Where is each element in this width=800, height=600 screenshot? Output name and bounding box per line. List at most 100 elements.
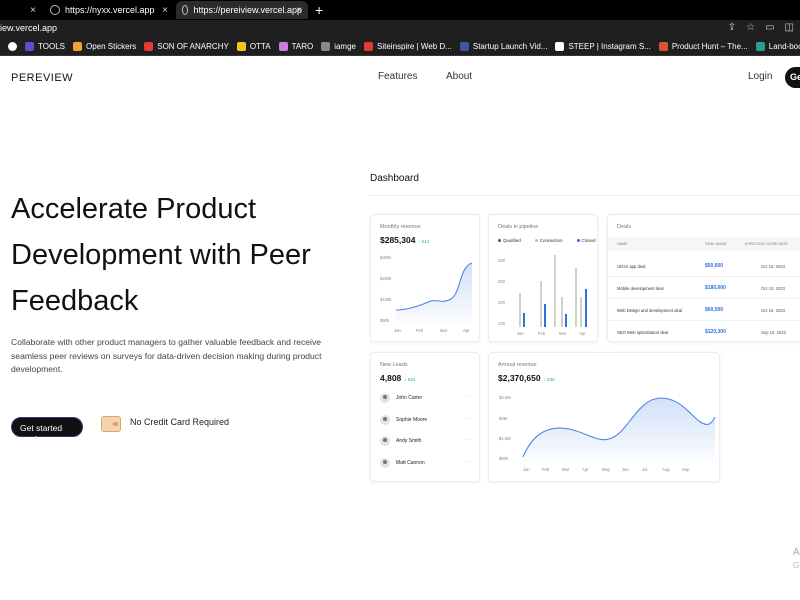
x-tick: Sep (682, 467, 690, 472)
deal-date: Sep 16, 2023 (761, 330, 786, 335)
x-tick: Mar (559, 331, 567, 336)
y-tick: $50k (380, 318, 390, 323)
sidebar-icon[interactable]: ◫ (785, 22, 794, 33)
y-tick: 400 (498, 258, 506, 263)
x-tick: Feb (416, 328, 424, 333)
y-tick: 300 (498, 279, 506, 284)
pipeline-bar-chart: 400 300 200 100 Jan Feb Mar Apr (498, 255, 587, 336)
bookmark-label: Product Hunt – The... (671, 42, 748, 51)
deal-value: $180,600 (705, 285, 726, 291)
tab-nyxx[interactable]: https://nyxx.vercel.app × (44, 1, 174, 19)
url-field[interactable]: iew.vercel.app (0, 23, 57, 33)
bar (575, 268, 577, 327)
bookmark-label: Siteinspire | Web D... (377, 42, 452, 51)
lead-item[interactable]: John Carter ··· (380, 391, 470, 405)
y-tick: $300k (380, 255, 392, 260)
card-value: 4,808 ↑ 524 (380, 373, 415, 383)
get-started-nav-button[interactable]: Ge (785, 67, 800, 88)
deal-name: UI/UX app deal (617, 264, 646, 269)
bookmark-item[interactable]: OTTA (236, 42, 271, 51)
bookmark-folder-icon[interactable] (8, 42, 17, 51)
card-label: New Leads (380, 362, 408, 368)
monthly-revenue-card: Monthly revenue $285,304 ↑ 512 $300k $200… (370, 214, 480, 342)
bookmark-item[interactable]: Startup Launch Vid... (459, 42, 548, 51)
deal-date: Oct 16, 2023 (761, 308, 785, 313)
avatar (380, 436, 390, 446)
deal-value: $120,300 (705, 329, 726, 335)
bookmark-item[interactable]: Product Hunt – The... (658, 42, 748, 51)
bar (585, 289, 587, 327)
x-tick: Feb (538, 331, 546, 336)
more-options-icon[interactable]: ··· (465, 437, 470, 443)
wallet-icon (101, 416, 121, 432)
more-options-icon[interactable]: ··· (465, 459, 470, 465)
tab-title: https://pereiview.vercel.app (193, 5, 302, 15)
more-options-icon[interactable]: ··· (465, 416, 470, 422)
site-logo[interactable]: PEREVIEW (11, 72, 73, 84)
bookmark-item[interactable]: SON OF ANARCHY (144, 42, 229, 51)
deals-card: Deals NAME DEAL VALUE EXPECTED CLOSE DAT… (607, 214, 800, 342)
bookmark-item[interactable]: Land-book - websit... (755, 42, 800, 51)
bookmark-label: Startup Launch Vid... (472, 42, 548, 51)
x-tick: Jul (642, 467, 647, 472)
bookmark-item[interactable]: STEEP | Instagram S... (555, 42, 651, 51)
lead-item[interactable]: Sophie Moore ··· (380, 413, 470, 427)
y-tick: 200 (498, 300, 506, 305)
bookmark-item[interactable]: Open Stickers (72, 42, 137, 51)
deal-name: SEO Web optimization deal (617, 330, 669, 335)
bar (519, 293, 521, 327)
tab-previous[interactable]: × (0, 1, 42, 19)
table-row[interactable]: SEO Web optimization deal $120,300 Sep 1… (608, 321, 800, 343)
x-tick: Jan (517, 331, 524, 336)
bookmark-favicon-icon (755, 42, 765, 51)
close-tab-icon[interactable]: × (30, 5, 36, 16)
bar (544, 304, 546, 327)
login-link[interactable]: Login (748, 71, 772, 82)
bookmark-label: STEEP | Instagram S... (568, 42, 651, 51)
share-icon[interactable]: ⇪ (728, 22, 736, 33)
star-icon[interactable]: ☆ (746, 22, 755, 33)
bookmark-label: Open Stickers (85, 42, 137, 51)
bookmark-favicon-icon (459, 42, 469, 51)
bookmark-label: OTTA (249, 42, 271, 51)
tab-search-icon[interactable]: ▭ (765, 22, 774, 33)
tab-pereview[interactable]: https://pereiview.vercel.app × (176, 1, 308, 19)
bookmark-favicon-icon (555, 42, 565, 51)
bookmark-label: iamge (334, 42, 356, 51)
y-tick: $100k (380, 297, 392, 302)
bookmark-label: SON OF ANARCHY (157, 42, 229, 51)
table-row[interactable]: Web Design and development deal $60,500 … (608, 299, 800, 321)
bookmark-favicon-icon (236, 42, 246, 51)
bookmark-item[interactable]: Siteinspire | Web D... (364, 42, 452, 51)
nav-link-features[interactable]: Features (378, 71, 417, 82)
bar (565, 314, 567, 327)
bookmark-item[interactable]: iamge (321, 42, 356, 51)
bookmark-item[interactable]: TARO (278, 42, 313, 51)
address-bar-actions: ⇪ ☆ ▭ ◫ (728, 22, 794, 33)
lead-item[interactable]: Matt Cannon ··· (380, 456, 470, 470)
bookmark-favicon-icon (364, 42, 373, 51)
lead-name: Sophie Moore (396, 417, 428, 423)
bookmark-favicon-icon (278, 42, 288, 51)
new-tab-button[interactable]: + (315, 2, 323, 18)
bar-group-mar (554, 255, 567, 327)
monthly-revenue-chart: $300k $200k $100k $50k Jan Feb Mar Apr (380, 255, 473, 333)
deal-date: Oct 16, 2023 (761, 264, 785, 269)
close-tab-icon[interactable]: × (162, 5, 168, 16)
more-options-icon[interactable]: ··· (465, 394, 470, 400)
x-tick: Mar (562, 467, 570, 472)
new-leads-card: New Leads 4,808 ↑ 524 John Carter ··· Sop… (370, 352, 480, 482)
x-tick: Jan (523, 467, 530, 472)
table-row[interactable]: UI/UX app deal $50,600 Oct 16, 2023 (608, 255, 800, 277)
nav-link-about[interactable]: About (446, 71, 472, 82)
x-tick: May (602, 467, 611, 472)
get-started-button[interactable]: Get started ⟶ (11, 417, 83, 444)
bookmark-item[interactable]: TOOLS (25, 42, 65, 51)
close-tab-icon[interactable]: × (296, 5, 302, 16)
x-tick: Aug (662, 467, 670, 472)
column-header: NAME (617, 242, 628, 246)
table-row[interactable]: Mobile development deal $180,600 Oct 10,… (608, 277, 800, 299)
x-tick: Mar (440, 328, 448, 333)
lead-item[interactable]: Andy Smith ··· (380, 434, 470, 448)
deal-name: Mobile development deal (617, 286, 664, 291)
